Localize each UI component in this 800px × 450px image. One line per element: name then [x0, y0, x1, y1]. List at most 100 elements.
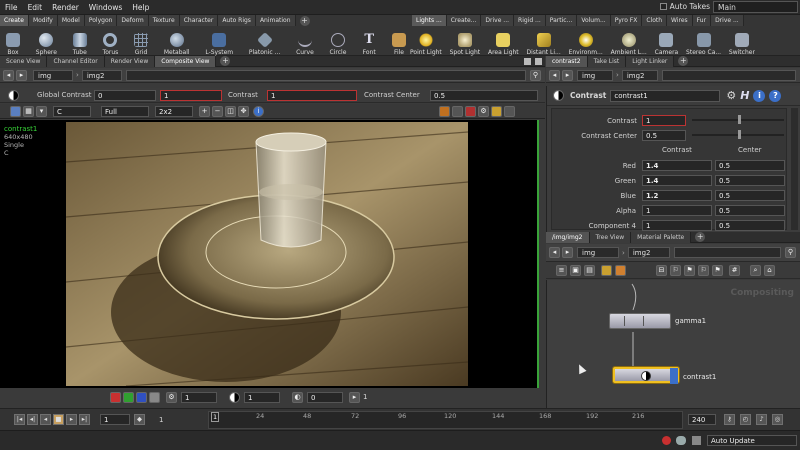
shelf-tab-auto-rigs[interactable]: Auto Rigs	[218, 15, 256, 26]
contrast-toggle-icon[interactable]	[229, 391, 240, 403]
shelf-tab-pyro[interactable]: Pyro FX	[610, 15, 643, 26]
tab-tree-view[interactable]: Tree View	[589, 231, 632, 243]
color-icon[interactable]	[615, 265, 626, 276]
node-name-field[interactable]: contrast1	[610, 89, 721, 102]
display-flag-icon[interactable]: ⚑	[712, 265, 723, 276]
tab-contrast2[interactable]: contrast2	[546, 55, 588, 67]
maximize-icon[interactable]	[524, 57, 531, 65]
select-mode-icon[interactable]: ▣	[570, 265, 581, 276]
menu-file[interactable]: File	[0, 0, 23, 15]
tool-spot-light[interactable]: Spot Light	[450, 26, 480, 56]
tool-circle[interactable]: Circle	[330, 26, 346, 56]
add-tab-icon[interactable]: +	[220, 56, 231, 66]
alpha-center-field[interactable]: 0.5	[715, 205, 785, 216]
green-contrast-field[interactable]: 1.4	[642, 175, 712, 186]
exposure-field[interactable]: 0	[307, 391, 343, 403]
jump-end-icon[interactable]: ▸|	[79, 414, 90, 425]
comp4-center-field[interactable]: 0.5	[715, 220, 785, 231]
align-icon[interactable]: ⊟	[656, 265, 667, 276]
net-grid-icon[interactable]: #	[729, 265, 740, 276]
menu-render[interactable]: Render	[47, 0, 84, 15]
layout-mode-icon[interactable]: ▤	[584, 265, 595, 276]
tool-environment-light[interactable]: Environm...	[569, 26, 603, 56]
tab-channel-editor[interactable]: Channel Editor	[47, 55, 105, 67]
forward-icon[interactable]: ▸	[16, 69, 27, 81]
red-channel-icon[interactable]	[110, 391, 121, 403]
shelf-tab-deform[interactable]: Deform	[117, 15, 149, 26]
tool-lsystem[interactable]: L-System	[205, 26, 233, 56]
play-reverse-icon[interactable]: ◂	[40, 414, 51, 425]
back-icon[interactable]: ◂	[3, 69, 14, 81]
shelf-tab-wires[interactable]: Wires	[667, 15, 693, 26]
dropdown-arrow-icon[interactable]: ▾	[36, 105, 47, 117]
jump-start-icon[interactable]: |◂	[14, 414, 25, 425]
shelf-tab-character[interactable]: Character	[179, 15, 219, 26]
fit-icon[interactable]: ◫	[225, 105, 236, 117]
split-select[interactable]: 2x2	[155, 105, 193, 117]
error-icon[interactable]	[662, 436, 671, 445]
tool-sphere[interactable]: Sphere	[36, 26, 57, 56]
tab-light-linker[interactable]: Light Linker	[626, 55, 675, 67]
update-mode-select[interactable]: Auto Update	[707, 435, 797, 446]
menu-edit[interactable]: Edit	[23, 0, 48, 15]
tab-render-view[interactable]: Render View	[104, 55, 156, 67]
green-center-field[interactable]: 0.5	[715, 175, 785, 186]
param-center-field[interactable]: 0.5	[642, 130, 686, 141]
add-tab-icon-network[interactable]: +	[695, 232, 706, 242]
blue-channel-icon[interactable]	[136, 391, 147, 403]
audio-icon[interactable]: ♪	[756, 414, 767, 425]
flag-b-icon[interactable]: ⚑	[684, 265, 695, 276]
pin-icon[interactable]: ⚲	[530, 69, 541, 81]
record-icon[interactable]	[465, 105, 476, 117]
param-contrast-slider-handle[interactable]	[738, 115, 741, 124]
param-scrollbar[interactable]	[791, 108, 798, 230]
shelf-tab-particles[interactable]: Partic...	[545, 15, 578, 26]
tool-metaball[interactable]: Metaball	[164, 26, 190, 56]
tool-distant-light[interactable]: Distant Li...	[527, 26, 561, 56]
node-gamma1[interactable]	[609, 313, 671, 329]
contrast-center-field[interactable]: 0.5	[430, 89, 538, 101]
tab-material-palette[interactable]: Material Palette	[631, 231, 692, 243]
desktop-select[interactable]: Main	[713, 1, 798, 13]
shelf-tab-texture[interactable]: Texture	[148, 15, 180, 26]
shelf-tab-cloth[interactable]: Cloth	[642, 15, 668, 26]
net-pin-icon[interactable]: ⚲	[785, 247, 796, 258]
play-icon[interactable]: ▸	[66, 414, 77, 425]
tool-point-light[interactable]: Point Light	[410, 26, 442, 56]
list-mode-icon[interactable]: ≡	[556, 265, 567, 276]
menu-windows[interactable]: Windows	[84, 0, 127, 15]
grid-layout-icon[interactable]	[491, 105, 502, 117]
plane-select[interactable]: C	[53, 105, 91, 117]
flag-a-icon[interactable]: ⚐	[670, 265, 681, 276]
note-icon[interactable]	[601, 265, 612, 276]
net-forward-icon[interactable]: ▸	[562, 247, 573, 258]
param-center-slider-handle[interactable]	[738, 130, 741, 139]
stop-icon[interactable]: ■	[53, 414, 64, 425]
display-options-icon[interactable]: ▦	[23, 105, 34, 117]
blue-center-field[interactable]: 0.5	[715, 190, 785, 201]
shelf-tab-drive2[interactable]: Drive ...	[711, 15, 744, 26]
right-path-img2[interactable]: img2	[621, 69, 658, 81]
add-shelf-icon[interactable]: +	[299, 15, 310, 26]
shelf-tab-animation[interactable]: Animation	[255, 15, 296, 26]
tool-ambient-light[interactable]: Ambient L...	[611, 26, 647, 56]
pane-menu-icon[interactable]	[535, 57, 542, 65]
shelf-tab-volume[interactable]: Volum...	[577, 15, 611, 26]
layout-icon[interactable]	[504, 105, 515, 117]
start-frame-field[interactable]: 1	[100, 414, 130, 425]
flag-c-icon[interactable]: ⚐	[698, 265, 709, 276]
timeline-ruler[interactable]: 1 24 48 72 96 120 144 168 192 216	[208, 411, 683, 429]
tool-platonic[interactable]: Platonic ...	[249, 26, 280, 56]
end-frame-field[interactable]: 240	[688, 414, 716, 425]
shelf-tab-create[interactable]: Create	[0, 15, 29, 26]
path-img2[interactable]: img2	[81, 69, 122, 81]
tab-take-list[interactable]: Take List	[587, 55, 627, 67]
info-icon[interactable]: i	[253, 105, 264, 117]
cloud-icon[interactable]	[676, 436, 686, 445]
gamma-field[interactable]: 1	[181, 391, 217, 403]
shelf-tab-drive[interactable]: Drive ...	[481, 15, 515, 26]
real-time-icon[interactable]: ◴	[740, 414, 751, 425]
auto-takes-toggle[interactable]: Auto Takes	[659, 2, 710, 11]
tool-torus[interactable]: Torus	[103, 26, 118, 56]
red-center-field[interactable]: 0.5	[715, 160, 785, 171]
